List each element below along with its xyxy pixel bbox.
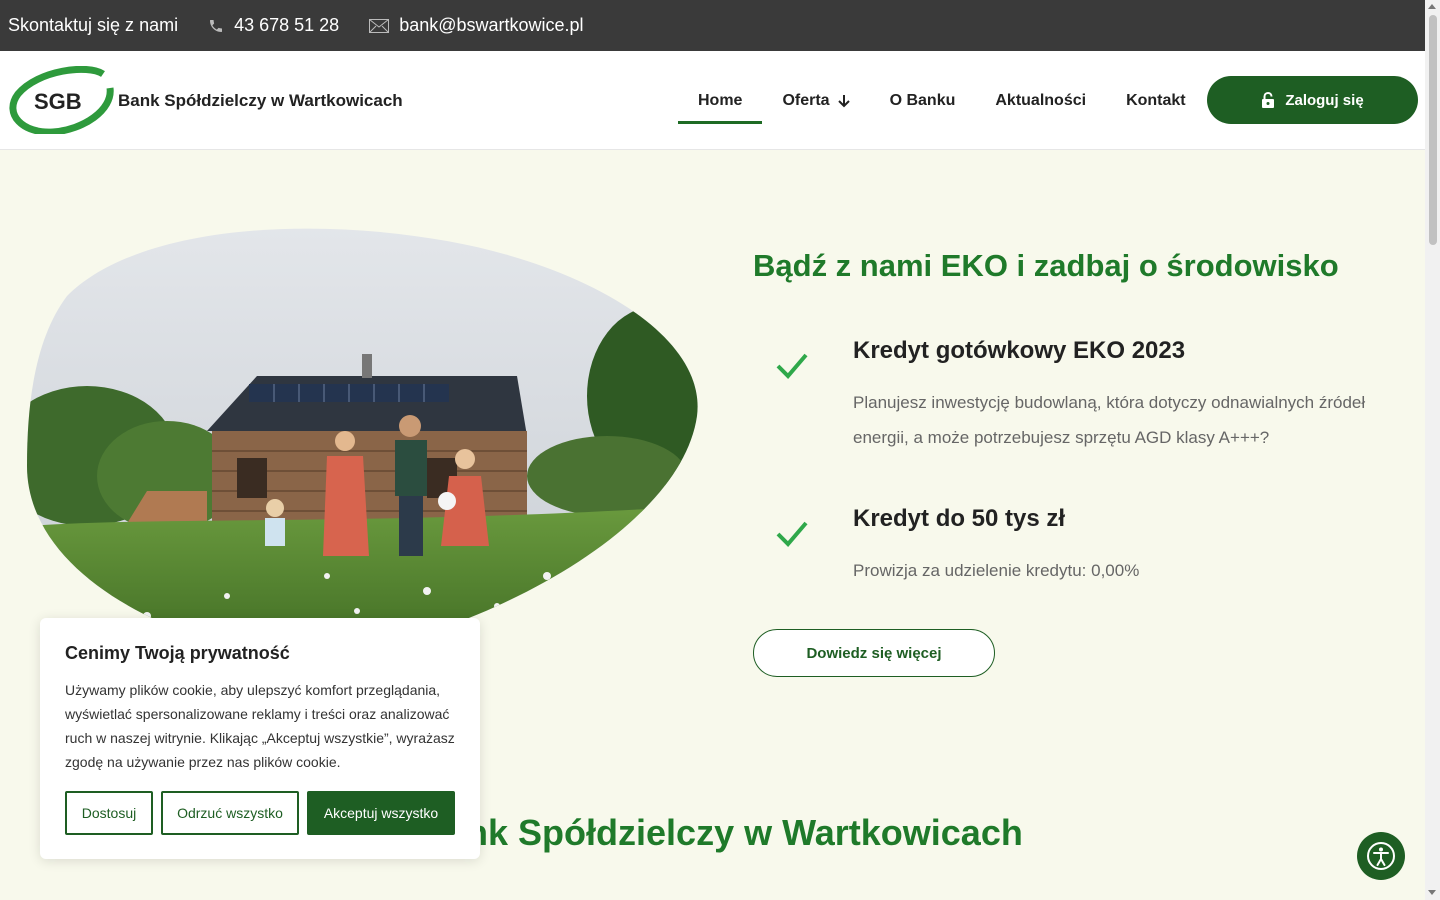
cookie-customize-button[interactable]: Dostosuj [65,791,153,835]
section-title: Bank Spółdzielczy w Wartkowicach [420,812,1023,853]
mail-icon [369,18,390,33]
login-label: Zaloguj się [1285,91,1364,109]
hero-family-house-image [27,228,698,653]
page-scrollbar[interactable] [1425,0,1440,900]
email-text: bank@bswartkowice.pl [399,15,584,35]
top-bar: Skontaktuj się z nami 43 678 51 28 bank@… [0,0,1425,51]
nav-home[interactable]: Home [678,78,763,124]
contact-text: Skontaktuj się z nami [8,15,179,35]
feature-title: Kredyt gotówkowy EKO 2023 [853,337,1186,364]
nav-aktualnosci-label: Aktualności [995,91,1087,109]
hero-title: Bądź z nami EKO i zadbaj o środowisko [753,248,1339,283]
nav-home-label: Home [698,91,743,109]
bank-name[interactable]: Bank Spółdzielczy w Wartkowicach [118,91,403,111]
lock-icon [1262,92,1275,108]
login-button[interactable]: Zaloguj się [1207,76,1418,124]
scroll-down-arrow-icon[interactable] [1428,890,1436,895]
nav-o-banku[interactable]: O Banku [870,78,976,124]
nav-o-banku-label: O Banku [889,91,956,109]
cookie-consent-popup: Cenimy Twoją prywatność Używamy plików c… [40,618,480,859]
main-nav: Home Oferta O Banku Aktualności Kontakt [678,51,1206,150]
nav-oferta-label: Oferta [782,91,830,109]
cookie-reject-button[interactable]: Odrzuć wszystko [161,791,299,835]
scroll-up-arrow-icon[interactable] [1428,4,1436,9]
cookie-accept-button[interactable]: Akceptuj wszystko [307,791,455,835]
contact-label: Skontaktuj się z nami [8,15,178,36]
feature-title: Kredyt do 50 tys zł [853,505,1066,532]
arrow-down-icon [837,94,850,107]
logo-text: SGB [34,89,82,114]
feature-description: Planujesz inwestycję budowlaną, która do… [853,393,1366,447]
sgb-logo[interactable]: SGB [8,66,118,134]
site-header: SGB Bank Spółdzielczy w Wartkowicach Hom… [0,51,1425,150]
phone-link[interactable]: 43 678 51 28 [208,15,339,36]
email-link[interactable]: bank@bswartkowice.pl [369,15,584,36]
check-icon [776,353,808,379]
accessibility-icon [1367,842,1395,870]
cookie-buttons: Dostosuj Odrzuć wszystko Akceptuj wszyst… [65,791,463,835]
feature-description: Prowizja za udzielenie kredytu: 0,00% [853,561,1140,580]
learn-more-button[interactable]: Dowiedz się więcej [753,629,995,677]
cookie-text: Używamy plików cookie, aby ulepszyć komf… [65,682,455,770]
phone-icon [210,19,223,32]
nav-oferta[interactable]: Oferta [762,78,869,124]
cookie-title: Cenimy Twoją prywatność [65,643,290,663]
nav-aktualnosci[interactable]: Aktualności [975,78,1106,124]
phone-text: 43 678 51 28 [234,15,340,35]
accessibility-button[interactable] [1357,832,1405,880]
scrollbar-thumb[interactable] [1429,15,1437,245]
nav-kontakt[interactable]: Kontakt [1106,78,1206,124]
check-icon [776,521,808,547]
nav-kontakt-label: Kontakt [1126,91,1186,109]
